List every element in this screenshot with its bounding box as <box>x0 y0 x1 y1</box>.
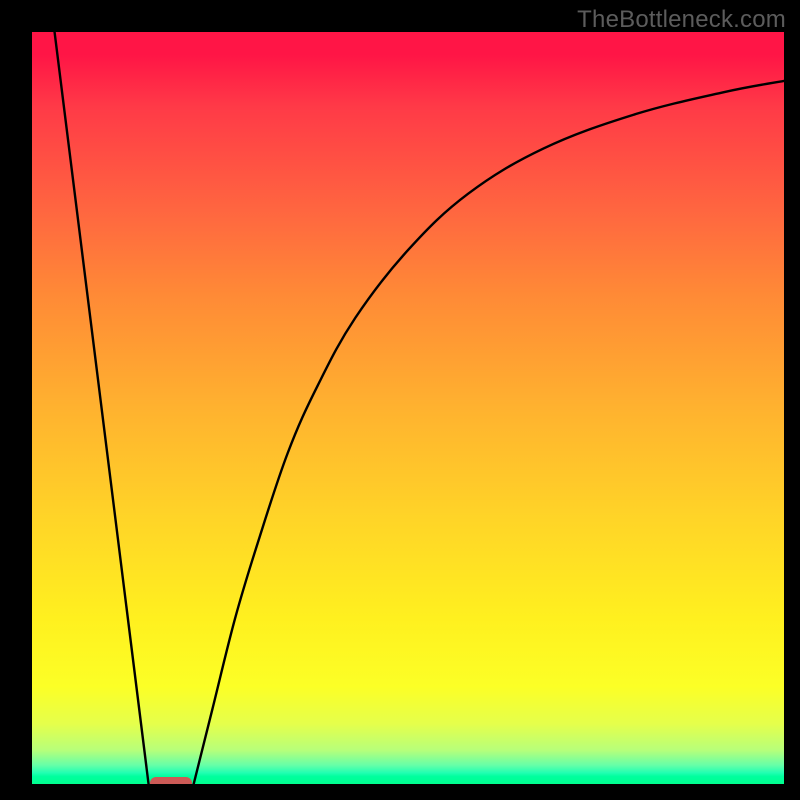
curve-overlay <box>32 32 784 784</box>
plot-area <box>32 32 784 784</box>
right-branch-line <box>194 81 784 784</box>
watermark-text: TheBottleneck.com <box>577 6 786 34</box>
chart-frame: TheBottleneck.com <box>0 0 800 800</box>
left-branch-line <box>55 32 149 784</box>
